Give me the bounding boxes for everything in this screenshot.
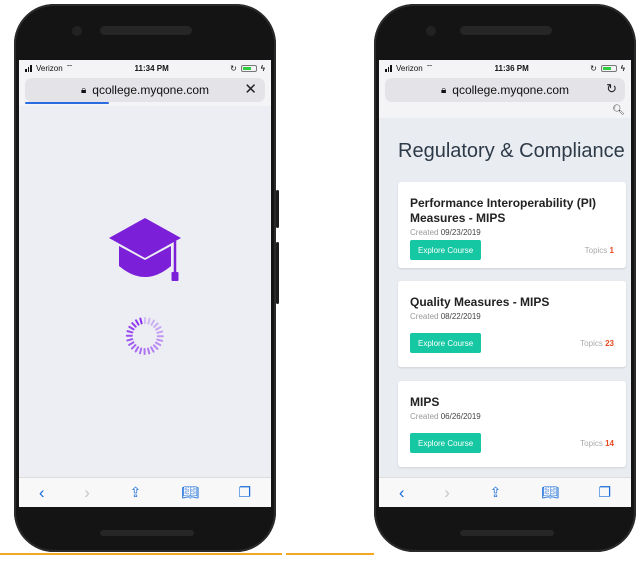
search-icon[interactable]: 🔍︎ (612, 105, 625, 116)
front-camera (72, 26, 82, 36)
status-time: 11:34 PM (134, 63, 169, 73)
signal-icon (25, 64, 33, 72)
spinner-tick (156, 330, 164, 334)
battery-icon (240, 64, 257, 72)
share-icon[interactable]: ⇪ (490, 484, 502, 501)
earpiece-speaker (460, 26, 552, 35)
spinner-tick (156, 338, 164, 342)
course-list: Regulatory & Compliance Performance Inte… (379, 118, 631, 477)
carrier-label: Verizon (36, 63, 63, 73)
back-icon[interactable]: ‹ (39, 483, 45, 503)
topics-count: Topics 14 (580, 439, 614, 448)
topics-count: Topics 23 (580, 339, 614, 348)
course-title: MIPS (410, 395, 440, 409)
topics-label: Topics (584, 246, 608, 255)
signal-icon (385, 64, 393, 72)
side-button (276, 190, 279, 228)
address-bar[interactable]: 🔒︎ qcollege.myqone.com ✕ (25, 78, 265, 104)
close-icon[interactable]: ✕ (244, 80, 257, 98)
loading-screen (19, 106, 271, 477)
bottom-speaker (100, 530, 194, 536)
rotation-lock-icon: ↻ (230, 63, 237, 73)
right-screen: Verizon ⌔ 11:36 PM ↻ ϟ 🔒︎ qcollege.myqon… (379, 60, 631, 507)
side-button (276, 242, 279, 304)
created-label: Created (410, 312, 439, 321)
course-title: Performance Interoperability (PI) Measur… (410, 196, 597, 225)
lock-icon: 🔒︎ (80, 84, 87, 96)
status-time: 11:36 PM (494, 63, 529, 73)
spinner-tick (156, 335, 164, 337)
topics-value: 1 (609, 246, 614, 255)
wifi-icon: ⌔ (425, 63, 434, 72)
left-phone: Verizon ⌔ 11:34 PM ↻ ϟ 🔒︎ qcollege.myqon… (14, 4, 279, 552)
explore-course-button[interactable]: Explore Course (410, 240, 482, 260)
loading-spinner-icon (125, 316, 165, 356)
carrier-label: Verizon (396, 63, 423, 73)
url-text: qcollege.myqone.com (452, 83, 570, 97)
spinner-tick (147, 347, 151, 355)
page-load-progress (25, 102, 109, 104)
address-bar[interactable]: 🔒︎ qcollege.myqone.com ↻ (385, 78, 625, 102)
spinner-tick (139, 317, 143, 325)
bookmarks-icon[interactable]: 📖︎ (541, 484, 559, 501)
course-card: Quality Measures - MIPS Created 08/22/20… (398, 281, 626, 367)
topics-value: 14 (605, 439, 614, 448)
spinner-tick (139, 347, 143, 355)
wifi-icon: ⌔ (65, 63, 74, 72)
url-text: qcollege.myqone.com (92, 83, 210, 97)
battery-icon (600, 64, 617, 72)
page-title: Regulatory & Compliance (398, 140, 625, 162)
browser-toolbar: ‹ › ⇪ 📖︎ ❐ (19, 477, 271, 507)
bookmarks-icon[interactable]: 📖︎ (181, 484, 199, 501)
lock-icon: 🔒︎ (440, 84, 447, 96)
charging-icon: ϟ (260, 63, 265, 73)
right-phone: Verizon ⌔ 11:36 PM ↻ ϟ 🔒︎ qcollege.myqon… (374, 4, 636, 552)
tabs-icon[interactable]: ❐ (239, 484, 252, 501)
forward-icon[interactable]: › (444, 483, 450, 503)
status-bar: Verizon ⌔ 11:34 PM ↻ ϟ (19, 60, 271, 76)
course-created: Created 09/23/2019 (410, 228, 614, 237)
spinner-tick (126, 330, 134, 334)
divider-line (286, 553, 374, 555)
graduation-cap-icon (109, 218, 181, 281)
left-screen: Verizon ⌔ 11:34 PM ↻ ϟ 🔒︎ qcollege.myqon… (19, 60, 271, 507)
share-icon[interactable]: ⇪ (130, 484, 142, 501)
reload-icon[interactable]: ↻ (606, 81, 617, 97)
topics-count: Topics 1 (585, 246, 614, 255)
topics-label: Topics (580, 339, 603, 348)
rotation-lock-icon: ↻ (590, 63, 597, 73)
tabs-icon[interactable]: ❐ (599, 484, 612, 501)
divider-line (0, 553, 282, 555)
charging-icon: ϟ (620, 63, 625, 73)
explore-course-button[interactable]: Explore Course (410, 333, 482, 353)
spinner-tick (144, 317, 146, 324)
created-date: 06/26/2019 (440, 412, 481, 421)
course-card: MIPS Created 06/26/2019 Explore Course T… (398, 381, 626, 467)
created-label: Created (410, 412, 439, 421)
created-label: Created (410, 228, 439, 237)
course-title: Quality Measures - MIPS (410, 295, 550, 309)
topics-value: 23 (605, 339, 614, 348)
created-date: 09/23/2019 (440, 228, 481, 237)
browser-toolbar: ‹ › ⇪ 📖︎ ❐ (379, 477, 631, 507)
forward-icon[interactable]: › (84, 483, 90, 503)
back-icon[interactable]: ‹ (399, 483, 405, 503)
explore-course-button[interactable]: Explore Course (410, 433, 482, 453)
course-card: Performance Interoperability (PI) Measur… (398, 182, 626, 268)
spinner-tick (125, 335, 133, 337)
created-date: 08/22/2019 (440, 312, 481, 321)
bottom-speaker (460, 530, 554, 536)
course-created: Created 06/26/2019 (410, 412, 614, 421)
course-created: Created 08/22/2019 (410, 312, 614, 321)
status-bar: Verizon ⌔ 11:36 PM ↻ ϟ (379, 60, 631, 76)
front-camera (426, 26, 436, 36)
topics-label: Topics (580, 439, 603, 448)
spinner-tick (144, 348, 146, 355)
earpiece-speaker (100, 26, 192, 35)
